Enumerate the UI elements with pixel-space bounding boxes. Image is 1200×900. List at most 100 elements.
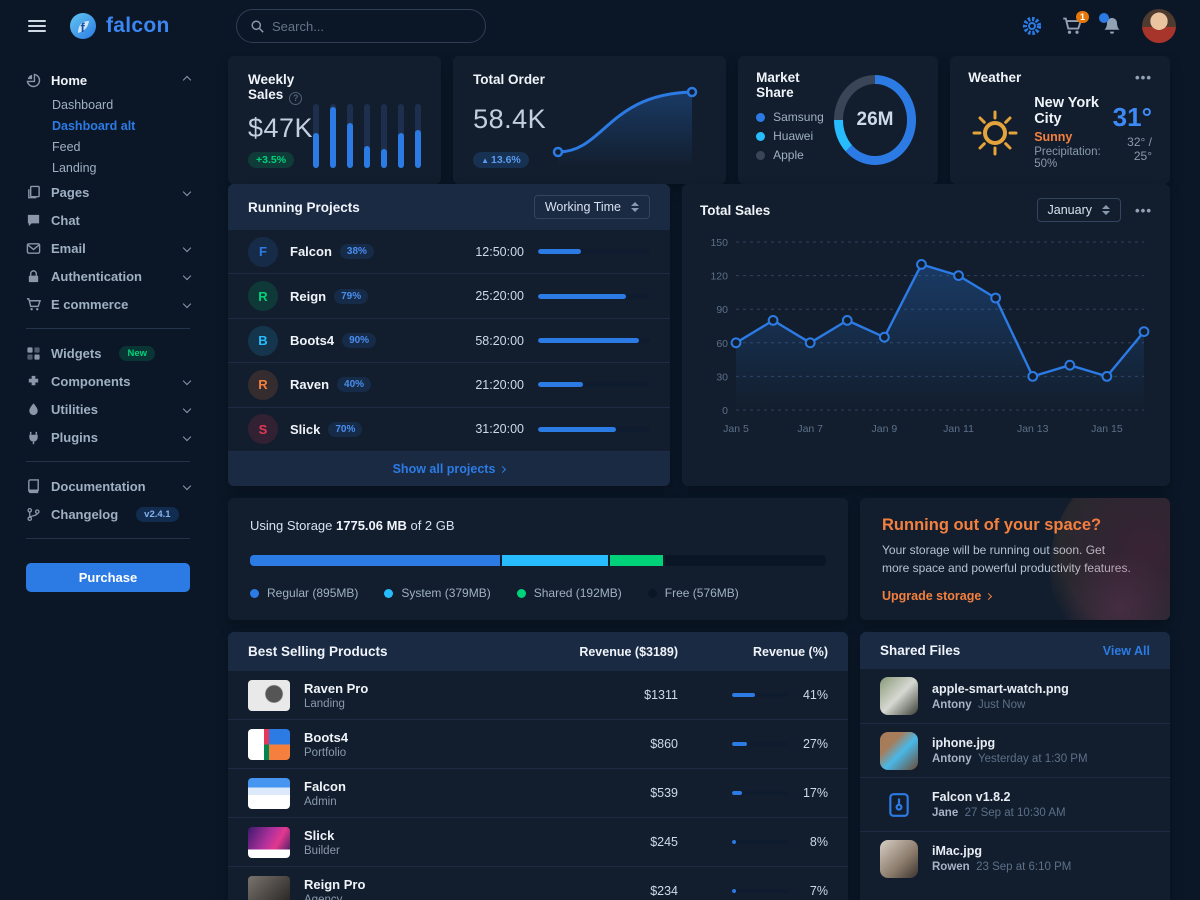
legend-dot (384, 589, 393, 598)
progress-fill (538, 249, 581, 254)
project-avatar: R (248, 281, 278, 311)
svg-text:30: 30 (716, 371, 728, 383)
project-percent-badge: 38% (340, 244, 374, 259)
select-caret-icon (1102, 205, 1110, 215)
project-row: BBoots490%58:20:00 (228, 319, 670, 363)
more-menu-icon[interactable] (1135, 70, 1152, 85)
svg-text:150: 150 (710, 237, 728, 249)
sidebar-item-utilities[interactable]: Utilities (26, 395, 190, 423)
storage-legend: Regular (895MB)System (379MB)Shared (192… (250, 586, 826, 600)
sidebar-item-home[interactable]: Home (26, 66, 190, 94)
chevron-down-icon (183, 482, 191, 490)
more-menu-icon[interactable] (1135, 203, 1152, 218)
purchase-button[interactable]: Purchase (26, 563, 190, 592)
best-selling-title: Best Selling Products (248, 644, 388, 659)
svg-text:90: 90 (716, 304, 728, 316)
product-revenue: $860 (650, 737, 678, 751)
product-name-link[interactable]: Slick (304, 828, 340, 843)
project-row: RRaven40%21:20:00 (228, 363, 670, 407)
view-all-link[interactable]: View All (1103, 644, 1150, 658)
sidebar-subitem-dashboard-alt[interactable]: Dashboard alt (26, 115, 190, 136)
project-row: FFalcon38%12:50:00 (228, 230, 670, 274)
info-icon[interactable]: ? (289, 92, 302, 105)
navbar-actions: 1 (1022, 9, 1176, 43)
project-progress-bar (538, 427, 650, 432)
product-pct-wrap: 17% (678, 786, 828, 800)
project-progress-bar (538, 294, 650, 299)
market-share-title: Market Share (756, 70, 834, 100)
storage-segment (250, 555, 500, 566)
sidebar-item-widgets[interactable]: WidgetsNew (26, 339, 190, 367)
settings-gear-icon[interactable] (1022, 16, 1042, 36)
sidebar-item-changelog[interactable]: Changelogv2.4.1 (26, 500, 190, 528)
notifications-bell-icon[interactable] (1102, 16, 1122, 36)
sidebar-item-email[interactable]: Email (26, 234, 190, 262)
product-percent: 41% (798, 688, 828, 702)
legend-dot (250, 589, 259, 598)
project-name-link[interactable]: Reign (290, 289, 326, 304)
project-progress-bar (538, 382, 650, 387)
file-row[interactable]: Falcon v1.8.2Jane 27 Sep at 10:30 AM (860, 777, 1170, 831)
brand-logo[interactable]: f falcon (68, 11, 218, 41)
project-name-link[interactable]: Raven (290, 377, 329, 392)
sidebar-item-chat[interactable]: Chat (26, 206, 190, 234)
weekly-sales-value: $47K (248, 113, 313, 144)
storage-legend-item: Shared (192MB) (517, 586, 622, 600)
sidebar-item-e-commerce[interactable]: E commerce (26, 290, 190, 318)
search-box[interactable] (236, 9, 486, 43)
legend-label: Shared (192MB) (534, 586, 622, 600)
cart-icon (26, 297, 41, 312)
product-revenue: $245 (650, 835, 678, 849)
sidebar-subitem-dashboard[interactable]: Dashboard (26, 94, 190, 115)
sidebar-item-components[interactable]: Components (26, 367, 190, 395)
file-time: Just Now (972, 699, 1026, 711)
sidebar-subitem-landing[interactable]: Landing (26, 157, 190, 178)
svg-text:f: f (81, 20, 86, 35)
file-row[interactable]: iphone.jpgAntony Yesterday at 1:30 PM (860, 723, 1170, 777)
file-row[interactable]: iMac.jpgRowen 23 Sep at 6:10 PM (860, 831, 1170, 885)
storage-segment (502, 555, 608, 566)
product-pct-wrap: 41% (678, 688, 828, 702)
product-name-link[interactable]: Reign Pro (304, 877, 365, 892)
file-author: Rowen (932, 861, 970, 873)
file-meta: Antony Yesterday at 1:30 PM (932, 753, 1088, 765)
project-name-link[interactable]: Boots4 (290, 333, 334, 348)
product-name-link[interactable]: Falcon (304, 779, 346, 794)
progress-fill (732, 840, 736, 844)
file-info: iMac.jpgRowen 23 Sep at 6:10 PM (932, 844, 1071, 873)
search-input[interactable] (272, 19, 471, 34)
show-all-projects-link[interactable]: Show all projects (393, 462, 506, 476)
bar-track (381, 104, 387, 168)
project-percent-badge: 40% (337, 377, 371, 392)
running-projects-title: Running Projects (248, 200, 360, 215)
file-time: Yesterday at 1:30 PM (972, 753, 1088, 765)
cart-icon[interactable]: 1 (1062, 16, 1082, 36)
project-name-link[interactable]: Slick (290, 422, 320, 437)
product-name-link[interactable]: Boots4 (304, 730, 348, 745)
sidebar-divider (26, 328, 190, 329)
best-selling-products-card: Best Selling Products Revenue ($3189) Re… (228, 632, 848, 900)
sidebar-item-documentation[interactable]: Documentation (26, 472, 190, 500)
user-avatar[interactable] (1142, 9, 1176, 43)
weekly-sales-badge: +3.5% (248, 152, 294, 168)
space-promo-heading: Running out of your space? (882, 516, 1148, 535)
file-row[interactable]: apple-smart-watch.pngAntony Just Now (860, 669, 1170, 723)
progress-fill (732, 742, 747, 746)
file-time: 23 Sep at 6:10 PM (970, 861, 1072, 873)
upgrade-storage-link[interactable]: Upgrade storage (882, 589, 991, 603)
shared-files-title: Shared Files (880, 643, 960, 658)
product-name-link[interactable]: Raven Pro (304, 681, 368, 696)
file-meta: Antony Just Now (932, 699, 1069, 711)
sidebar-subitem-feed[interactable]: Feed (26, 136, 190, 157)
working-time-select[interactable]: Working Time (534, 195, 650, 219)
hamburger-menu-button[interactable] (24, 16, 50, 36)
project-name-link[interactable]: Falcon (290, 244, 332, 259)
sidebar-item-plugins[interactable]: Plugins (26, 423, 190, 451)
bar-track (398, 104, 404, 168)
sun-icon (968, 106, 1022, 160)
sidebar-item-authentication[interactable]: Authentication (26, 262, 190, 290)
docs-icon (26, 479, 41, 494)
sidebar-item-pages[interactable]: Pages (26, 178, 190, 206)
weather-temp: 31° (1113, 102, 1152, 133)
month-select[interactable]: January (1037, 198, 1121, 222)
